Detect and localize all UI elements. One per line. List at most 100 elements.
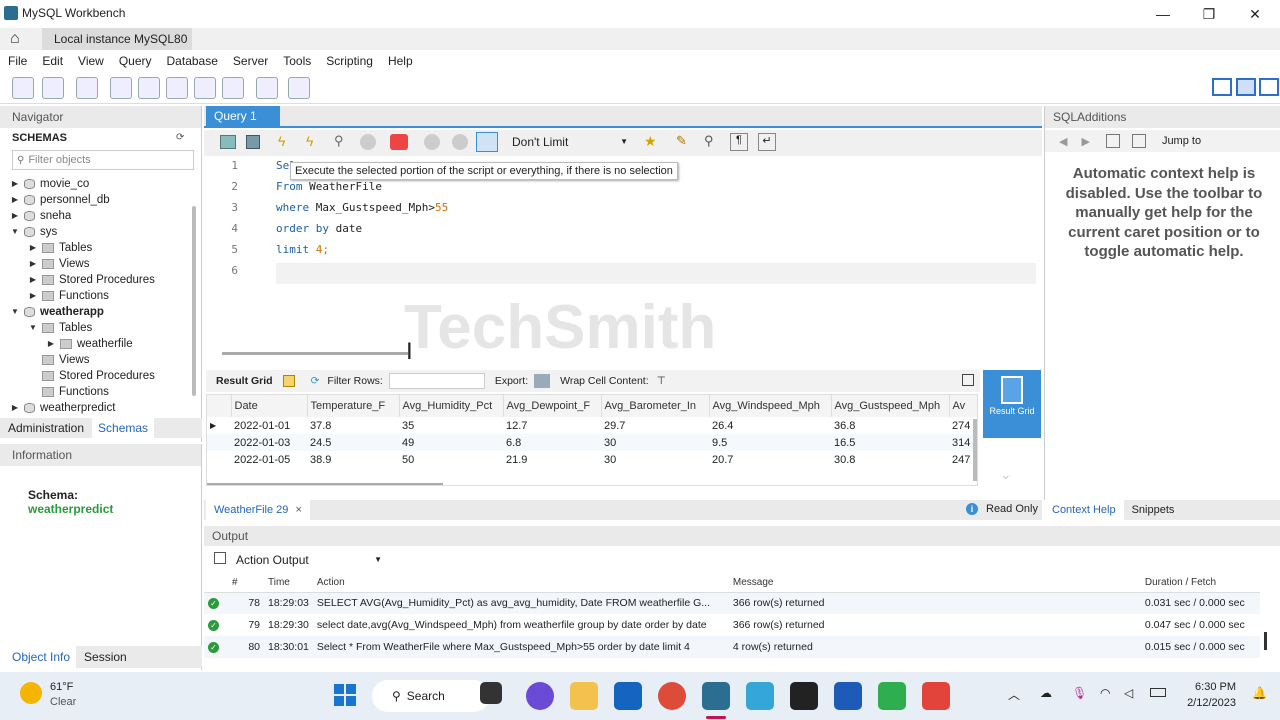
- menu-help[interactable]: Help: [388, 54, 413, 68]
- new-sql-tab-icon[interactable]: [12, 77, 34, 99]
- mysql-workbench-taskbar-icon[interactable]: [702, 682, 730, 710]
- column-header[interactable]: Avg_Dewpoint_F: [503, 395, 602, 417]
- back-icon[interactable]: ◀: [1059, 135, 1067, 148]
- refresh-schemas-icon[interactable]: ⟳: [176, 132, 184, 143]
- chat-icon[interactable]: [526, 682, 554, 710]
- explain-icon[interactable]: ⚲: [334, 133, 344, 149]
- outlook-icon[interactable]: [614, 682, 642, 710]
- table-weatherfile[interactable]: ▶ weatherfile: [10, 336, 190, 352]
- grid-icon[interactable]: [282, 375, 295, 387]
- invisible-chars-icon[interactable]: ¶: [730, 133, 748, 151]
- home-icon[interactable]: ⌂: [10, 30, 30, 48]
- start-icon[interactable]: [334, 684, 356, 706]
- camtasia-red-icon[interactable]: [922, 682, 950, 710]
- grid-hscrollbar[interactable]: [207, 483, 443, 485]
- terminal-icon[interactable]: [790, 682, 818, 710]
- column-header[interactable]: Avg_Gustspeed_Mph: [831, 395, 950, 417]
- connection-tab[interactable]: Local instance MySQL80: [42, 28, 192, 50]
- menu-tools[interactable]: Tools: [283, 54, 311, 68]
- toggle-secondary-sidebar-icon[interactable]: [1259, 78, 1279, 96]
- sys-tables[interactable]: ▶ Tables: [10, 240, 190, 256]
- tab-administration[interactable]: Administration: [0, 418, 92, 438]
- jump-to-select[interactable]: Jump to: [1162, 135, 1201, 147]
- notepad-icon[interactable]: [746, 682, 774, 710]
- output-scrollbar[interactable]: [1264, 632, 1267, 650]
- volume-icon[interactable]: ◁: [1124, 686, 1133, 700]
- refresh-icon[interactable]: ⟳: [311, 375, 320, 387]
- grid-vscrollbar[interactable]: [973, 419, 977, 481]
- taskbar-search[interactable]: ⚲ Search: [372, 680, 490, 712]
- menu-scripting[interactable]: Scripting: [326, 54, 373, 68]
- output-row[interactable]: ✓ 80 18:30:01 Select * From WeatherFile whe…: [204, 636, 1260, 658]
- restore-button[interactable]: ❐: [1186, 0, 1232, 28]
- table-row[interactable]: ▶ 2022-01-01 37.8 35 12.7 29.7 26.4 36.8 274: [207, 417, 977, 434]
- sys-functions[interactable]: ▶ Functions: [10, 288, 190, 304]
- schema-weatherapp[interactable]: ▼ weatherapp: [10, 304, 190, 320]
- tab-schemas[interactable]: Schemas: [92, 418, 155, 438]
- menu-file[interactable]: File: [8, 54, 27, 68]
- create-table-icon[interactable]: [138, 77, 160, 99]
- clock-date[interactable]: 2/12/2023: [1176, 697, 1236, 709]
- limit-select[interactable]: Don't Limit ▼: [508, 133, 632, 151]
- sys-stored-procedures[interactable]: ▶ Stored Procedures: [10, 272, 190, 288]
- forward-icon[interactable]: ▶: [1081, 135, 1089, 148]
- battery-icon[interactable]: [1150, 688, 1166, 697]
- chevron-up-icon[interactable]: ︿: [1008, 686, 1020, 703]
- tab-snippets[interactable]: Snippets: [1124, 500, 1183, 520]
- copy-icon[interactable]: [214, 552, 226, 564]
- create-view-icon[interactable]: [166, 77, 188, 99]
- output-row[interactable]: ✓ 78 18:29:03 SELECT AVG(Avg_Humidity_Pct) …: [204, 592, 1260, 614]
- output-row[interactable]: ✓ 79 18:29:30 select date,avg(Avg_Windspeed…: [204, 614, 1260, 636]
- schema-sneha[interactable]: ▶ sneha: [10, 208, 190, 224]
- commit-icon[interactable]: [424, 134, 440, 150]
- inspector-icon[interactable]: [76, 77, 98, 99]
- close-button[interactable]: ✕: [1232, 0, 1278, 28]
- notifications-icon[interactable]: 🔔: [1252, 686, 1267, 700]
- beautify-icon[interactable]: ✎: [676, 133, 687, 149]
- export-icon[interactable]: [534, 374, 551, 388]
- column-header[interactable]: Av: [949, 395, 977, 417]
- toggle-panel-icon[interactable]: [962, 374, 974, 386]
- column-header[interactable]: Avg_Humidity_Pct: [399, 395, 504, 417]
- weatherapp-stored-procedures[interactable]: Stored Procedures: [10, 368, 190, 384]
- query-tab[interactable]: Query 1: [206, 106, 280, 126]
- stop-icon[interactable]: [360, 134, 376, 150]
- file-explorer-icon[interactable]: [570, 682, 598, 710]
- schema-movie-co[interactable]: ▶ movie_co: [10, 176, 190, 192]
- wifi-icon[interactable]: ◠: [1100, 686, 1110, 700]
- table-row[interactable]: 2022-01-03 24.5 49 6.8 30 9.5 16.5 314: [207, 434, 977, 451]
- menu-query[interactable]: Query: [119, 54, 152, 68]
- menu-view[interactable]: View: [78, 54, 104, 68]
- column-header[interactable]: Avg_Windspeed_Mph: [709, 395, 832, 417]
- menu-server[interactable]: Server: [233, 54, 268, 68]
- tab-session[interactable]: Session: [76, 646, 135, 668]
- toggle-output-icon[interactable]: [1236, 78, 1256, 96]
- word-icon[interactable]: [834, 682, 862, 710]
- minimize-button[interactable]: —: [1140, 0, 1186, 28]
- rollback-icon[interactable]: [452, 134, 468, 150]
- search-table-data-icon[interactable]: [256, 77, 278, 99]
- editor-hscrollbar[interactable]: [222, 352, 408, 355]
- microphone-icon[interactable]: 🎙: [1072, 686, 1087, 700]
- schema-personnel-db[interactable]: ▶ personnel_db: [10, 192, 190, 208]
- reconnect-icon[interactable]: [288, 77, 310, 99]
- output-type-select[interactable]: Action Output ▼: [234, 551, 384, 569]
- tab-object-info[interactable]: Object Info: [0, 646, 77, 668]
- scroll-down-icon[interactable]: ⌄: [1000, 466, 1012, 483]
- wrap-cell-icon[interactable]: ⊤: [657, 375, 666, 387]
- context-help-icon[interactable]: [1105, 134, 1120, 148]
- execute-icon[interactable]: ϟ: [278, 133, 285, 149]
- column-header[interactable]: Avg_Barometer_In: [601, 395, 710, 417]
- save-icon[interactable]: [246, 135, 260, 149]
- table-row[interactable]: 2022-01-05 38.9 50 21.9 30 20.7 30.8 247: [207, 451, 977, 468]
- wrap-icon[interactable]: ↵: [758, 133, 776, 151]
- execute-current-icon[interactable]: ϟ: [306, 133, 313, 149]
- camtasia-green-icon[interactable]: [878, 682, 906, 710]
- close-tab-icon[interactable]: ×: [295, 504, 301, 516]
- create-schema-icon[interactable]: [110, 77, 132, 99]
- result-grid-side-button[interactable]: Result Grid: [983, 370, 1041, 438]
- schema-weatherpredict[interactable]: ▶ weatherpredict: [10, 400, 190, 416]
- create-procedure-icon[interactable]: [194, 77, 216, 99]
- create-function-icon[interactable]: [222, 77, 244, 99]
- navigator-scrollbar[interactable]: [192, 206, 196, 396]
